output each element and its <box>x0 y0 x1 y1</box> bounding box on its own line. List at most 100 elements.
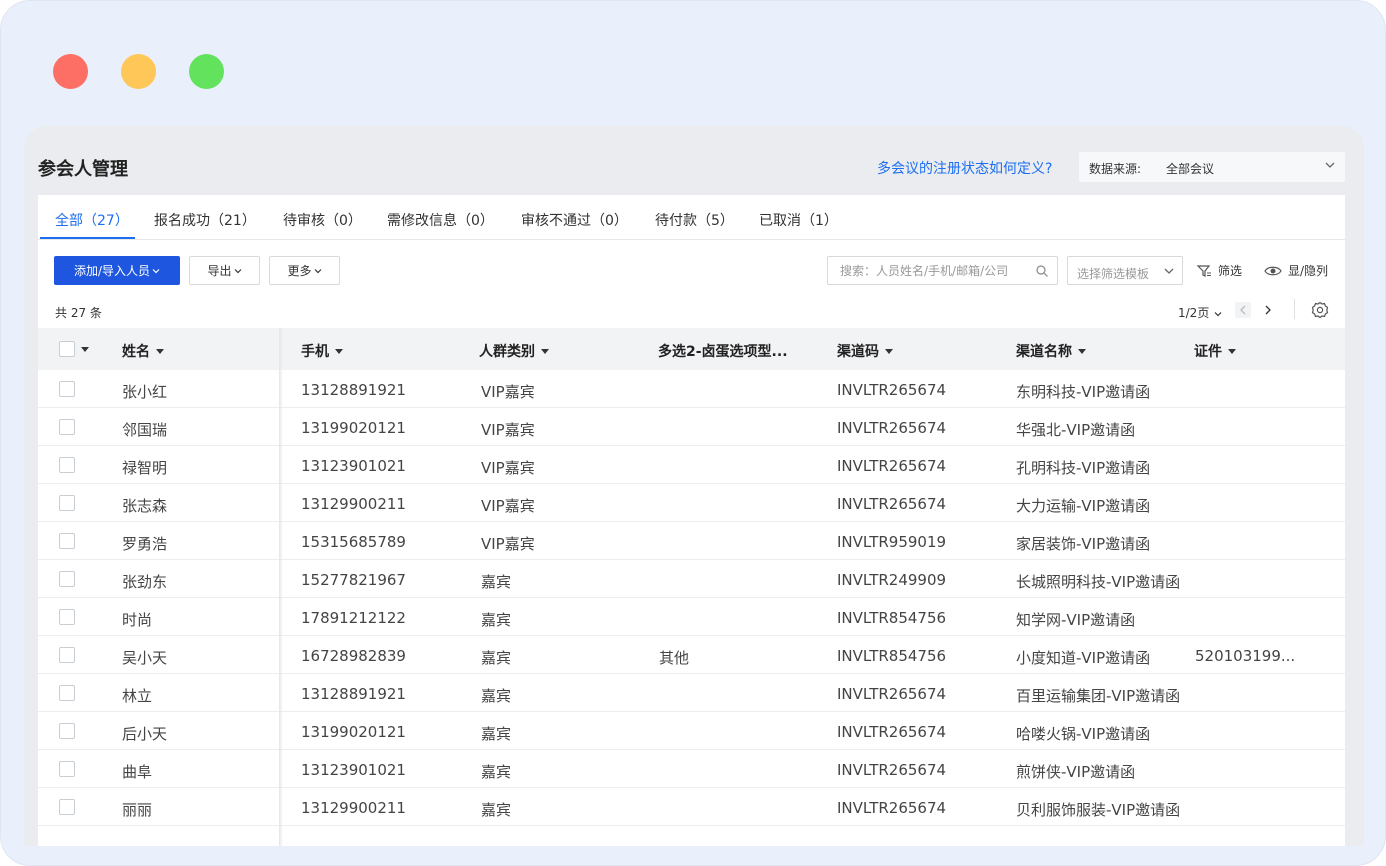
sort-caret-icon <box>1228 348 1236 354</box>
column-header-group[interactable]: 人群类别 <box>479 341 549 361</box>
cell-phone: 13199020121 <box>301 723 406 741</box>
data-source-select[interactable]: 数据来源: 全部会议 <box>1079 152 1345 182</box>
row-checkbox[interactable] <box>59 533 75 549</box>
table-row[interactable]: 吴小天 16728982839 嘉宾 其他 INVLTR854756 小度知道-VIP邀请… <box>38 636 1345 674</box>
table-body: 张小红 13128891921 VIP嘉宾 INVLTR265674 东明科技-VIP邀… <box>38 370 1345 846</box>
column-header-multi[interactable]: 多选2-卤蛋选项型... <box>658 341 788 361</box>
cell-channel-name: 孔明科技-VIP邀请函 <box>1016 459 1151 477</box>
cell-group: VIP嘉宾 <box>481 421 535 439</box>
cell-name: 张志森 <box>122 497 168 515</box>
attendee-panel: 全部（27） 报名成功（21） 待审核（0） 需修改信息（0） 审核不通过（0）… <box>38 195 1345 846</box>
filter-button[interactable]: 筛选 <box>1196 262 1242 279</box>
cell-group: VIP嘉宾 <box>481 383 535 401</box>
table-row[interactable]: 丽丽 13129900211 嘉宾 INVLTR265674 贝利服饰服装-VIP邀请函 <box>38 788 1345 826</box>
add-import-button[interactable]: 添加/导入人员 <box>54 256 180 285</box>
search-box <box>827 256 1058 285</box>
tab-cancelled[interactable]: 已取消（1） <box>759 210 838 230</box>
minimize-window-button[interactable] <box>121 54 156 89</box>
table-row[interactable]: 曲阜 13123901021 嘉宾 INVLTR265674 煎饼侠-VIP邀请函 <box>38 750 1345 788</box>
cell-channel-code: INVLTR265674 <box>837 685 947 703</box>
column-header-certificate[interactable]: 证件 <box>1194 341 1236 361</box>
cell-channel-code: INVLTR249909 <box>837 571 947 589</box>
toolbar-divider <box>1294 299 1295 319</box>
cell-channel-name: 长城照明科技-VIP邀请函 <box>1016 573 1181 591</box>
row-checkbox[interactable] <box>59 609 75 625</box>
sort-caret-icon <box>885 348 893 354</box>
chevron-down-icon <box>1164 268 1174 274</box>
column-header-channel-name[interactable]: 渠道名称 <box>1016 341 1086 361</box>
chevron-left-icon <box>1240 305 1246 315</box>
search-input[interactable] <box>829 258 1029 283</box>
add-import-label: 添加/导入人员 <box>73 264 151 278</box>
prev-page-button[interactable] <box>1235 302 1251 318</box>
table-row[interactable]: 张志森 13129900211 VIP嘉宾 INVLTR265674 大力运输-VIP邀… <box>38 484 1345 522</box>
column-header-phone[interactable]: 手机 <box>301 341 343 361</box>
chevron-down-icon <box>1214 311 1222 316</box>
row-checkbox[interactable] <box>59 685 75 701</box>
maximize-window-button[interactable] <box>189 54 224 89</box>
tab-pending-payment[interactable]: 待付款（5） <box>655 210 734 230</box>
select-all-caret-icon[interactable] <box>81 347 89 352</box>
row-checkbox[interactable] <box>59 457 75 473</box>
table-row[interactable]: 罗勇浩 15315685789 VIP嘉宾 INVLTR959019 家居装饰-VIP邀… <box>38 522 1345 560</box>
show-hide-columns-label: 显/隐列 <box>1288 264 1329 278</box>
next-page-button[interactable] <box>1260 302 1276 318</box>
cell-phone: 13199020121 <box>301 419 406 437</box>
filter-icon <box>1196 264 1211 277</box>
row-checkbox[interactable] <box>59 419 75 435</box>
cell-name: 吴小天 <box>122 649 168 667</box>
registration-status-help-link[interactable]: 多会议的注册状态如何定义? <box>877 158 1052 178</box>
table-row[interactable]: 张劲东 15277821967 嘉宾 INVLTR249909 长城照明科技-VIP邀请… <box>38 560 1345 598</box>
export-button[interactable]: 导出 <box>189 256 260 285</box>
cell-name: 张劲东 <box>122 573 168 591</box>
table-row[interactable]: 后小天 13199020121 嘉宾 INVLTR265674 哈喽火锅-VIP邀请函 <box>38 712 1345 750</box>
cell-phone: 15315685789 <box>301 533 406 551</box>
search-icon[interactable] <box>1035 264 1049 278</box>
cell-channel-name: 百里运输集团-VIP邀请函 <box>1016 687 1181 705</box>
table-row[interactable]: 禄智明 13123901021 VIP嘉宾 INVLTR265674 孔明科技-VIP邀… <box>38 446 1345 484</box>
more-label: 更多 <box>287 264 312 278</box>
table-row[interactable]: 林立 13128891921 嘉宾 INVLTR265674 百里运输集团-VIP邀请函 <box>38 674 1345 712</box>
row-checkbox[interactable] <box>59 647 75 663</box>
tab-registered[interactable]: 报名成功（21） <box>154 210 256 230</box>
cell-name: 林立 <box>122 687 153 705</box>
row-checkbox[interactable] <box>59 799 75 815</box>
filter-template-select[interactable]: 选择筛选模板 <box>1067 256 1183 285</box>
table-row[interactable]: 时尚 17891212122 嘉宾 INVLTR854756 知学网-VIP邀请函 <box>38 598 1345 636</box>
tab-needs-edit[interactable]: 需修改信息（0） <box>387 210 494 230</box>
tab-all[interactable]: 全部（27） <box>55 210 129 230</box>
page-select[interactable]: 1/2页 <box>1178 304 1223 321</box>
cell-channel-code: INVLTR265674 <box>837 723 947 741</box>
fixed-column-shadow <box>279 328 283 846</box>
tab-pending-review[interactable]: 待审核（0） <box>283 210 362 230</box>
sort-caret-icon <box>541 348 549 354</box>
cell-phone: 13128891921 <box>301 685 406 703</box>
row-checkbox[interactable] <box>59 571 75 587</box>
cell-phone: 16728982839 <box>301 647 406 665</box>
cell-group: VIP嘉宾 <box>481 459 535 477</box>
row-checkbox[interactable] <box>59 381 75 397</box>
chevron-down-icon <box>314 268 321 273</box>
cell-name: 后小天 <box>122 725 168 743</box>
table-header: 姓名 手机 人群类别 多选2-卤蛋选项型... 渠道码 渠道名称 证件 <box>38 328 1345 370</box>
more-button[interactable]: 更多 <box>269 256 340 285</box>
cell-phone: 15277821967 <box>301 571 406 589</box>
cell-channel-name: 小度知道-VIP邀请函 <box>1016 649 1151 667</box>
row-checkbox[interactable] <box>59 723 75 739</box>
cell-phone: 13128891921 <box>301 381 406 399</box>
close-window-button[interactable] <box>53 54 88 89</box>
cell-channel-name: 知学网-VIP邀请函 <box>1016 611 1136 629</box>
cell-group: 嘉宾 <box>481 763 512 781</box>
row-checkbox[interactable] <box>59 761 75 777</box>
table-row[interactable]: 张小红 13128891921 VIP嘉宾 INVLTR265674 东明科技-VIP邀… <box>38 370 1345 408</box>
tab-rejected[interactable]: 审核不通过（0） <box>521 210 628 230</box>
show-hide-columns-button[interactable]: 显/隐列 <box>1264 262 1328 279</box>
gear-icon[interactable] <box>1311 301 1329 319</box>
column-header-channel-code[interactable]: 渠道码 <box>837 341 893 361</box>
app-window: 参会人管理 多会议的注册状态如何定义? 数据来源: 全部会议 全部（27） 报名… <box>24 126 1364 846</box>
table-row[interactable]: 邻国瑞 13199020121 VIP嘉宾 INVLTR265674 华强北-VIP邀请… <box>38 408 1345 446</box>
row-checkbox[interactable] <box>59 495 75 511</box>
select-all-checkbox[interactable] <box>59 341 75 357</box>
cell-name: 罗勇浩 <box>122 535 168 553</box>
column-header-name[interactable]: 姓名 <box>122 341 164 361</box>
